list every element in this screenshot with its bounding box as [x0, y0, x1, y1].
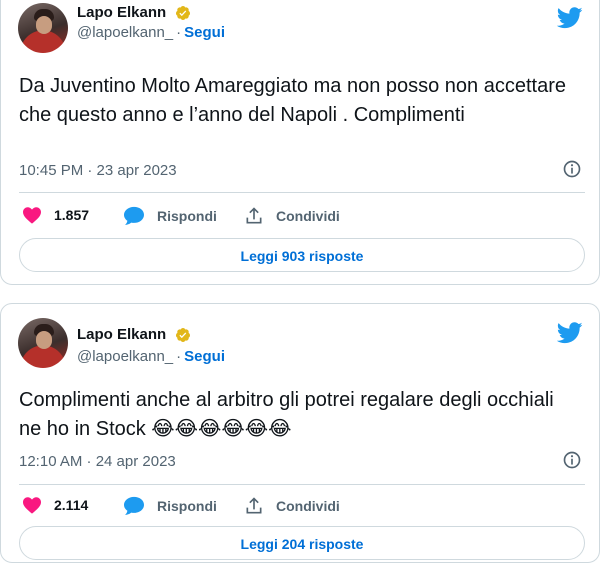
timestamp[interactable]: 10:45 PM · 23 apr 2023 [19, 162, 177, 179]
reply-bubble-icon [124, 496, 144, 515]
handle[interactable]: @lapoelkann_ [77, 348, 173, 365]
reply-bubble-icon [124, 206, 144, 225]
share-button[interactable]: Condividi [244, 496, 340, 516]
avatar[interactable] [18, 318, 68, 368]
author-name[interactable]: Lapo Elkann [77, 326, 166, 343]
reply-button[interactable]: Rispondi [123, 206, 217, 226]
twitter-bird-icon[interactable] [557, 322, 583, 344]
avatar[interactable] [18, 3, 68, 53]
info-icon[interactable] [562, 450, 582, 470]
author-name[interactable]: Lapo Elkann [77, 4, 166, 21]
tweet-text: Da Juventino Molto Amareggiato ma non po… [19, 75, 572, 126]
divider [19, 192, 585, 193]
verified-badge-icon [175, 328, 190, 342]
verified-badge-icon [175, 6, 190, 20]
avatar-face [36, 331, 52, 349]
read-replies-button[interactable]: Leggi 903 risposte [19, 238, 585, 272]
handle-row: @lapoelkann_ · Segui [77, 348, 225, 365]
share-icon [246, 207, 262, 224]
tweet-card: Lapo Elkann @lapoelkann_ · Segui Da Juvent… [0, 0, 600, 285]
tweet-text: Complimenti anche al arbitro gli potrei … [19, 389, 560, 440]
avatar-face [36, 16, 52, 34]
heart-icon [23, 207, 41, 224]
like-button[interactable]: 1.857 [22, 206, 89, 224]
like-count: 1.857 [54, 207, 90, 223]
read-replies-button[interactable]: Leggi 204 risposte [19, 526, 585, 560]
twitter-bird-icon[interactable] [557, 7, 583, 29]
reply-label: Rispondi [157, 498, 217, 514]
tweet-card: Lapo Elkann @lapoelkann_ · Segui Complimen… [0, 303, 600, 563]
info-icon[interactable] [562, 159, 582, 179]
timestamp[interactable]: 12:10 AM · 24 apr 2023 [19, 453, 176, 470]
share-button[interactable]: Condividi [244, 206, 340, 226]
follow-button[interactable]: Segui [184, 348, 225, 365]
handle-separator: · [176, 24, 182, 41]
share-icon [246, 497, 262, 514]
handle-row: @lapoelkann_ · Segui [77, 24, 225, 41]
handle[interactable]: @lapoelkann_ [77, 24, 173, 41]
like-count: 2.114 [54, 497, 89, 513]
divider [19, 484, 585, 485]
reply-label: Rispondi [157, 208, 217, 224]
share-label: Condividi [276, 208, 340, 224]
like-button[interactable]: 2.114 [22, 496, 88, 514]
handle-separator: · [176, 348, 182, 365]
follow-button[interactable]: Segui [184, 24, 225, 41]
share-label: Condividi [276, 498, 340, 514]
heart-icon [23, 497, 41, 514]
reply-button[interactable]: Rispondi [123, 496, 217, 516]
